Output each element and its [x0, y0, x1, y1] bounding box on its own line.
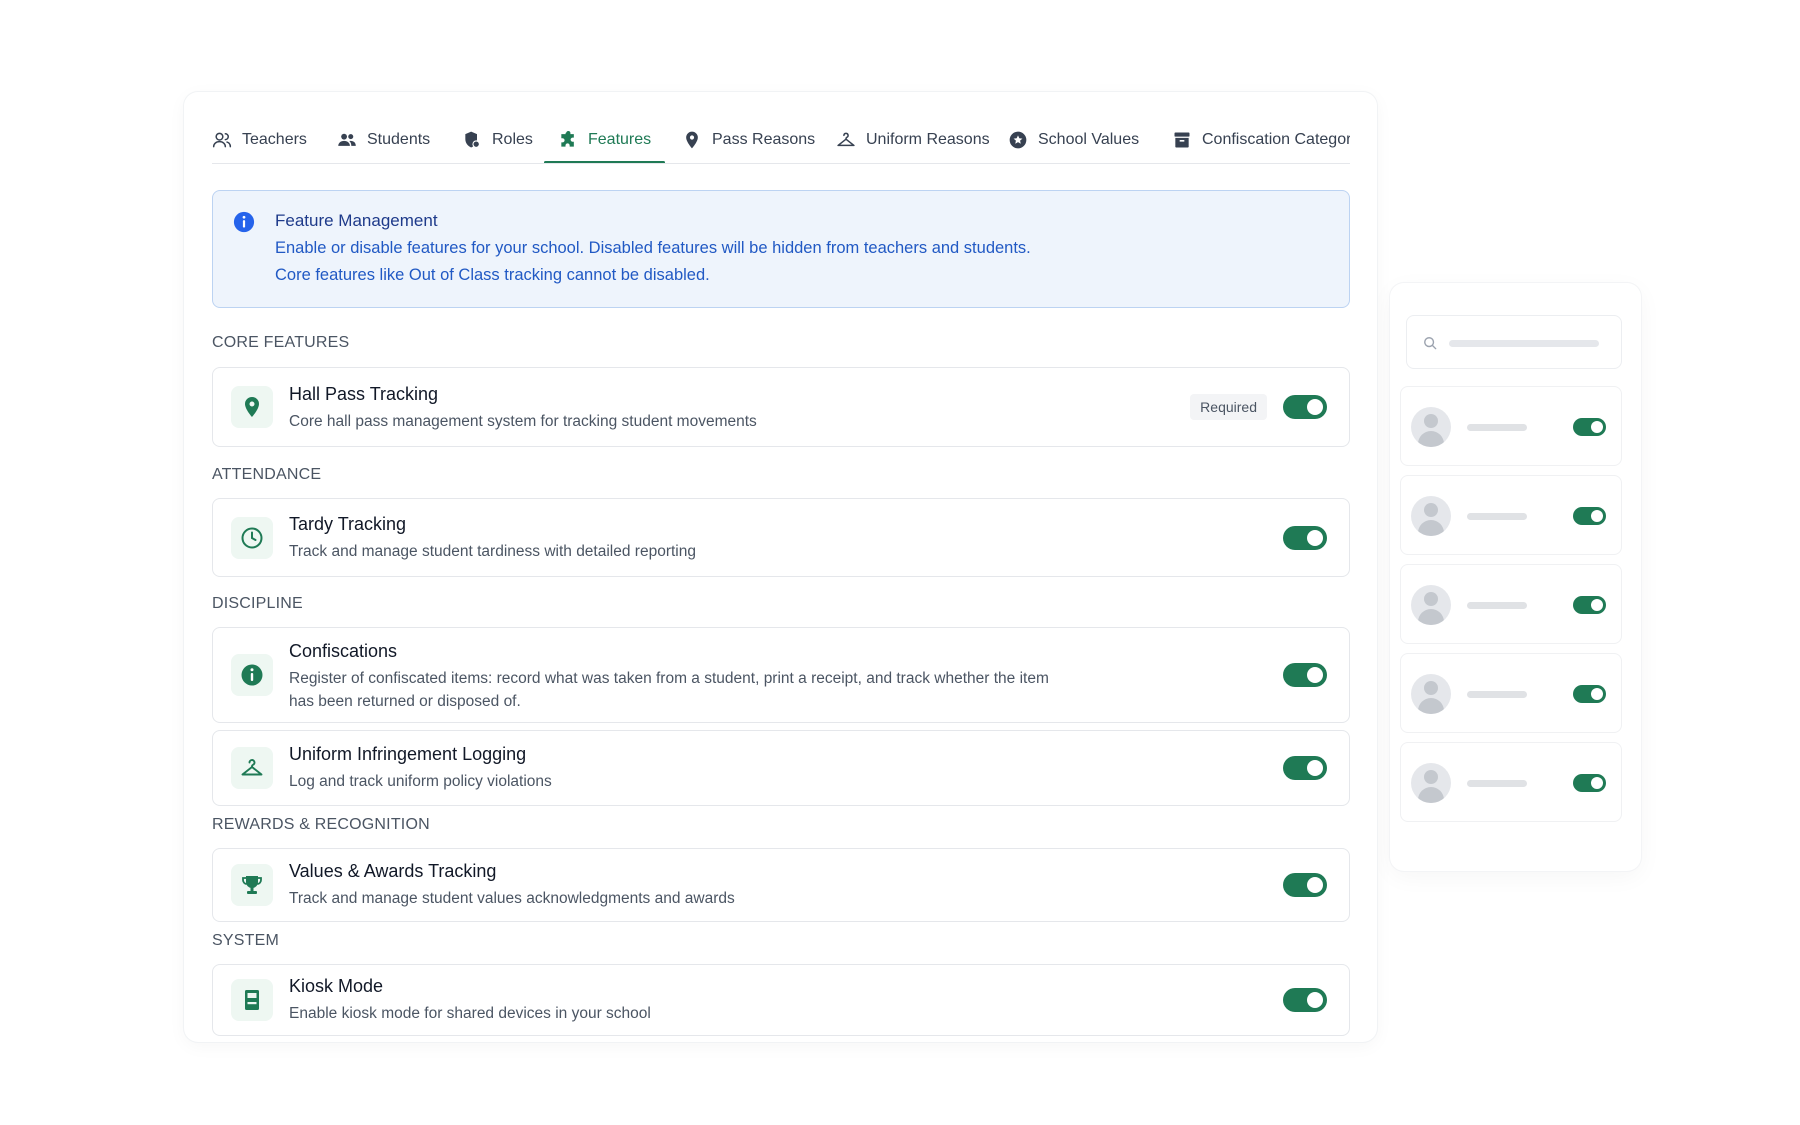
tab-uniform-reasons[interactable]: Uniform Reasons — [836, 116, 990, 163]
tab-label: Teachers — [242, 131, 307, 148]
tab-confiscation-categories[interactable]: Confiscation Categorie — [1172, 116, 1350, 163]
preview-row — [1400, 475, 1622, 555]
feature-description: Log and track uniform policy violations — [289, 773, 552, 790]
roles-icon — [465, 131, 480, 148]
placeholder-bar — [1467, 691, 1527, 698]
hall-pass-toggle[interactable] — [1283, 395, 1327, 419]
section-heading: ATTENDANCE — [212, 466, 322, 483]
tab-label: Students — [367, 131, 431, 148]
notice-title: Feature Management — [275, 211, 438, 230]
tab-school-values[interactable]: School Values — [1008, 116, 1140, 163]
teachers-icon — [212, 132, 232, 148]
tab-teachers[interactable]: Teachers — [212, 116, 307, 163]
preview-search — [1406, 315, 1622, 369]
preview-toggle — [1573, 774, 1606, 792]
feature-card-uniform: Uniform Infringement Logging Log and tra… — [212, 730, 1350, 806]
feature-icon-box — [231, 516, 273, 559]
uniform-toggle[interactable] — [1283, 756, 1327, 780]
preview-row — [1400, 386, 1622, 466]
preview-toggle — [1573, 418, 1606, 436]
kiosk-icon — [245, 990, 259, 1010]
tab-label: Uniform Reasons — [866, 131, 990, 148]
map-pin-icon — [245, 397, 259, 417]
hanger-icon — [837, 132, 855, 147]
clock-icon — [241, 527, 263, 548]
feature-management-notice: Feature Management Enable or disable fea… — [212, 190, 1350, 308]
feature-icon-box — [231, 979, 273, 1021]
archive-icon — [1174, 132, 1190, 148]
search-icon — [1424, 337, 1437, 350]
feature-name: Confiscations — [289, 641, 398, 661]
notice-text: Core features like Out of Class tracking… — [275, 266, 710, 284]
map-pin-icon — [686, 131, 698, 149]
confiscations-toggle[interactable] — [1283, 663, 1327, 687]
preview-toggle — [1573, 507, 1606, 525]
required-badge: Required — [1190, 394, 1267, 420]
feature-card-kiosk: Kiosk Mode Enable kiosk mode for shared … — [212, 964, 1350, 1036]
feature-icon-box — [231, 654, 273, 696]
settings-tabs: Teachers Students Roles Features Pass Re… — [212, 116, 1350, 164]
star-badge-icon — [1009, 131, 1027, 149]
preview-row — [1400, 653, 1622, 733]
feature-description: Track and manage student values acknowle… — [289, 890, 735, 907]
avatar — [1411, 674, 1451, 714]
background-preview-panel — [1390, 283, 1641, 871]
avatar — [1411, 763, 1451, 803]
students-icon — [338, 133, 356, 146]
feature-icon-box — [231, 747, 273, 789]
stage: Teachers Students Roles Features Pass Re… — [0, 0, 1800, 1125]
info-icon — [241, 664, 263, 686]
tab-pass-reasons[interactable]: Pass Reasons — [682, 116, 816, 163]
tab-label: Features — [588, 131, 652, 148]
feature-description: Enable kiosk mode for shared devices in … — [289, 1005, 651, 1022]
feature-card-tardy: Tardy Tracking Track and manage student … — [212, 498, 1350, 577]
avatar — [1411, 496, 1451, 536]
placeholder-bar — [1467, 780, 1527, 787]
placeholder-bar — [1449, 340, 1599, 347]
tab-label: Roles — [492, 131, 533, 148]
preview-row — [1400, 564, 1622, 644]
hanger-icon — [241, 759, 263, 776]
feature-card-confiscations: Confiscations Register of confiscated it… — [212, 627, 1350, 723]
feature-name: Kiosk Mode — [289, 976, 384, 996]
feature-name: Hall Pass Tracking — [289, 384, 439, 404]
tab-students[interactable]: Students — [337, 116, 431, 163]
feature-card-hall-pass: Hall Pass Tracking Core hall pass manage… — [212, 367, 1350, 447]
tab-label: Confiscation Categorie — [1202, 131, 1350, 148]
section-heading: DISCIPLINE — [212, 595, 303, 612]
tardy-toggle[interactable] — [1283, 525, 1327, 550]
tab-label: Pass Reasons — [712, 131, 816, 148]
feature-description: Core hall pass management system for tra… — [289, 413, 757, 430]
kiosk-toggle[interactable] — [1283, 988, 1327, 1012]
tab-roles[interactable]: Roles — [462, 116, 533, 163]
tab-features[interactable]: Features — [543, 116, 666, 163]
values-toggle[interactable] — [1283, 873, 1327, 897]
feature-icon-box — [231, 864, 273, 906]
feature-name: Uniform Infringement Logging — [289, 744, 527, 764]
puzzle-icon — [561, 130, 574, 147]
settings-panel: Teachers Students Roles Features Pass Re… — [184, 92, 1377, 1042]
info-icon — [233, 211, 255, 233]
avatar — [1411, 407, 1451, 447]
section-heading: CORE FEATURES — [212, 334, 350, 351]
placeholder-bar — [1467, 513, 1527, 520]
section-heading: SYSTEM — [212, 932, 279, 949]
placeholder-bar — [1467, 424, 1527, 431]
feature-name: Values & Awards Tracking — [289, 861, 497, 881]
trophy-icon — [242, 876, 262, 894]
feature-name: Tardy Tracking — [289, 514, 407, 534]
preview-row — [1400, 742, 1622, 822]
feature-description: Register of confiscated items: record wh… — [289, 670, 1049, 710]
notice-text: Enable or disable features for your scho… — [275, 239, 1031, 257]
placeholder-bar — [1467, 602, 1527, 609]
preview-toggle — [1573, 685, 1606, 703]
avatar — [1411, 585, 1451, 625]
preview-toggle — [1573, 596, 1606, 614]
feature-icon-box — [231, 386, 273, 428]
feature-card-values: Values & Awards Tracking Track and manag… — [212, 848, 1350, 922]
section-heading: REWARDS & RECOGNITION — [212, 816, 430, 833]
feature-description: Track and manage student tardiness with … — [289, 543, 696, 560]
tab-label: School Values — [1038, 131, 1140, 148]
